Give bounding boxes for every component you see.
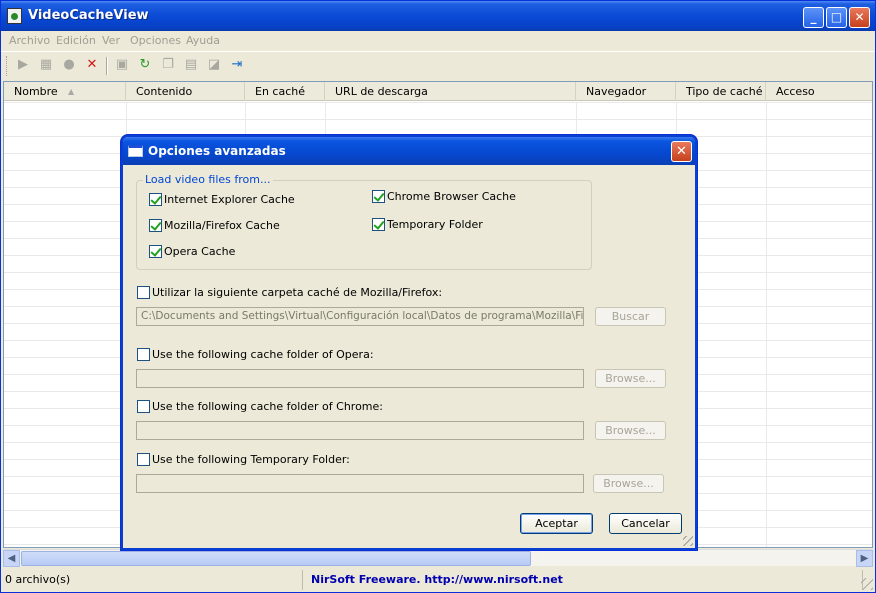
column-tipo-cache[interactable]: Tipo de caché bbox=[676, 82, 766, 101]
firefox-cache-label: Mozilla/Firefox Cache bbox=[164, 219, 280, 232]
refresh-icon[interactable]: ↻ bbox=[136, 56, 154, 74]
dialog-resize-grip[interactable] bbox=[683, 536, 693, 546]
firefox-cache-checkbox[interactable] bbox=[149, 219, 162, 232]
grid-line bbox=[766, 102, 767, 547]
column-navegador[interactable]: Navegador bbox=[576, 82, 676, 101]
ie-cache-label: Internet Explorer Cache bbox=[164, 193, 295, 206]
column-nombre[interactable]: Nombre ▲ bbox=[4, 82, 126, 101]
toolbar-separator bbox=[106, 57, 108, 75]
copy-icon[interactable]: ❐ bbox=[159, 56, 177, 74]
dialog-title-bar[interactable]: Opciones avanzadas ✕ bbox=[123, 137, 695, 165]
scroll-left-arrow-icon[interactable]: ◀ bbox=[3, 550, 20, 567]
opera-cache-label: Opera Cache bbox=[164, 245, 236, 258]
opera-cache-checkbox[interactable] bbox=[149, 245, 162, 258]
minimize-button[interactable]: _ bbox=[803, 7, 824, 28]
mozilla-folder-label: Utilizar la siguiente carpeta caché de M… bbox=[152, 286, 443, 299]
advanced-options-dialog: Opciones avanzadas ✕ Load video files fr… bbox=[121, 135, 697, 550]
column-acceso[interactable]: Acceso bbox=[766, 82, 872, 101]
opera-browse-button[interactable]: Browse... bbox=[595, 369, 666, 388]
mozilla-folder-checkbox[interactable] bbox=[137, 286, 150, 299]
opera-folder-field[interactable] bbox=[136, 369, 584, 388]
delete-icon[interactable]: ✕ bbox=[83, 56, 101, 74]
sort-ascending-icon: ▲ bbox=[68, 87, 75, 96]
toolbar: ▶ ▦ ● ✕ ▣ ↻ ❐ ▤ ◪ ⇥ bbox=[1, 51, 875, 79]
scroll-right-arrow-icon[interactable]: ▶ bbox=[856, 550, 873, 567]
nirsoft-link[interactable]: NirSoft Freeware. http://www.nirsoft.net bbox=[303, 570, 863, 590]
column-contenido[interactable]: Contenido bbox=[126, 82, 245, 101]
window-title: VideoCacheView bbox=[28, 8, 149, 23]
status-bar: 0 archivo(s) NirSoft Freeware. http://ww… bbox=[1, 568, 875, 592]
list-header: Nombre ▲ Contenido En caché URL de desca… bbox=[4, 82, 872, 101]
menu-ver[interactable]: Ver bbox=[102, 34, 120, 47]
horizontal-scrollbar[interactable]: ◀ ▶ bbox=[3, 549, 873, 567]
chrome-folder-checkbox[interactable] bbox=[137, 400, 150, 413]
copy-file-icon[interactable]: ▦ bbox=[37, 56, 55, 74]
column-label: Nombre bbox=[14, 85, 58, 98]
temp-folder-label: Temporary Folder bbox=[387, 218, 483, 231]
maximize-button[interactable]: □ bbox=[826, 7, 847, 28]
app-icon bbox=[7, 8, 22, 24]
temp-folder-field[interactable] bbox=[136, 474, 584, 493]
chrome-folder-field[interactable] bbox=[136, 421, 584, 440]
title-bar[interactable]: VideoCacheView _ □ ✕ bbox=[1, 1, 875, 31]
close-button[interactable]: ✕ bbox=[849, 7, 870, 28]
save-icon[interactable]: ▣ bbox=[113, 56, 131, 74]
menu-edicion[interactable]: Edición bbox=[56, 34, 96, 47]
mozilla-folder-field[interactable]: C:\Documents and Settings\Virtual\Config… bbox=[136, 307, 584, 326]
record-icon[interactable]: ● bbox=[60, 56, 78, 74]
group-label: Load video files from... bbox=[143, 173, 273, 186]
column-url[interactable]: URL de descarga bbox=[325, 82, 576, 101]
file-count: 0 archivo(s) bbox=[1, 570, 303, 590]
temp-folder-path-label: Use the following Temporary Folder: bbox=[152, 453, 350, 466]
dialog-close-button[interactable]: ✕ bbox=[671, 141, 692, 162]
menu-opciones[interactable]: Opciones bbox=[130, 34, 181, 47]
temp-folder-checkbox[interactable] bbox=[372, 218, 385, 231]
cancel-button[interactable]: Cancelar bbox=[609, 513, 682, 534]
temp-folder-path-checkbox[interactable] bbox=[137, 453, 150, 466]
properties-icon[interactable]: ▤ bbox=[182, 56, 200, 74]
toolbar-grip[interactable] bbox=[6, 56, 9, 76]
ok-button[interactable]: Aceptar bbox=[520, 513, 593, 534]
dialog-title: Opciones avanzadas bbox=[148, 144, 286, 158]
column-en-cache[interactable]: En caché bbox=[245, 82, 325, 101]
menu-bar: Archivo Edición Ver Opciones Ayuda bbox=[1, 31, 875, 51]
opera-folder-checkbox[interactable] bbox=[137, 348, 150, 361]
chrome-browse-button[interactable]: Browse... bbox=[595, 421, 666, 440]
exit-icon[interactable]: ⇥ bbox=[228, 56, 246, 74]
dialog-window-icon bbox=[128, 145, 143, 157]
resize-grip[interactable] bbox=[861, 578, 873, 590]
mozilla-browse-button[interactable]: Buscar bbox=[595, 307, 666, 326]
chrome-cache-label: Chrome Browser Cache bbox=[387, 190, 516, 203]
temp-browse-button[interactable]: Browse... bbox=[593, 474, 664, 493]
ie-cache-checkbox[interactable] bbox=[149, 193, 162, 206]
menu-archivo[interactable]: Archivo bbox=[9, 34, 50, 47]
chrome-folder-label: Use the following cache folder of Chrome… bbox=[152, 400, 383, 413]
scroll-thumb[interactable] bbox=[21, 551, 531, 566]
opera-folder-label: Use the following cache folder of Opera: bbox=[152, 348, 374, 361]
chrome-cache-checkbox[interactable] bbox=[372, 190, 385, 203]
play-icon[interactable]: ▶ bbox=[14, 56, 32, 74]
menu-ayuda[interactable]: Ayuda bbox=[186, 34, 220, 47]
html-report-icon[interactable]: ◪ bbox=[205, 56, 223, 74]
